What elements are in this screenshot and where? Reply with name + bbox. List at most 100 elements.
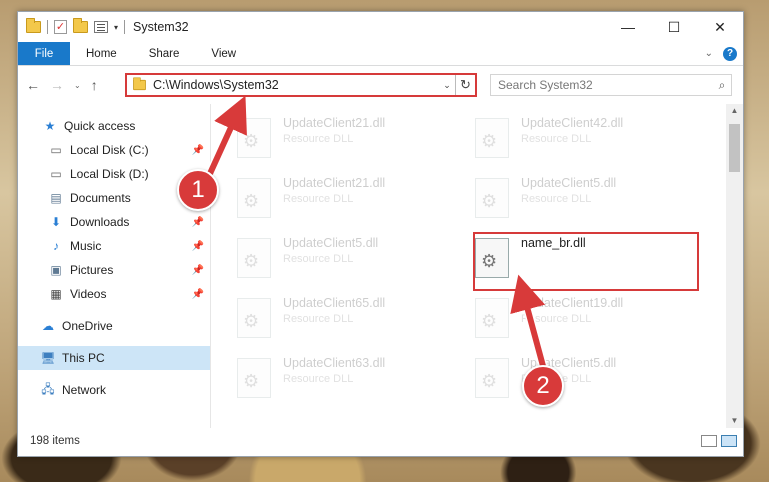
file-name: UpdateClient5.dll [521, 176, 617, 190]
details-view-icon[interactable] [701, 435, 717, 447]
highlight-box [473, 232, 699, 291]
nav-label: Quick access [64, 119, 136, 133]
tab-share[interactable]: Share [133, 42, 196, 65]
dll-file-icon [475, 118, 509, 158]
recent-locations-icon[interactable]: ⌄ [74, 81, 81, 90]
pin-icon: 📌 [191, 264, 204, 276]
pin-icon: 📌 [191, 216, 204, 228]
file-name: UpdateClient63.dll [283, 356, 386, 370]
maximize-button[interactable]: ☐ [651, 12, 697, 42]
step-1-badge: 1 [177, 169, 219, 211]
nav-item-onedrive[interactable]: ☁ OneDrive [18, 314, 210, 338]
nav-item-local-disk-c[interactable]: ▭ Local Disk (C:) 📌 [18, 138, 210, 162]
file-item[interactable]: UpdateClient21.dll Resource DLL [237, 110, 465, 166]
file-type: Resource DLL [521, 193, 592, 205]
nav-label: Pictures [70, 263, 114, 277]
back-arrow-icon[interactable]: ← [26, 77, 40, 93]
address-path[interactable]: C:\Windows\System32 [153, 78, 439, 92]
tab-home[interactable]: Home [70, 42, 133, 65]
tab-view[interactable]: View [195, 42, 252, 65]
nav-item-downloads[interactable]: ⬇ Downloads 📌 [18, 210, 210, 234]
drive-icon: ▭ [50, 167, 62, 181]
dll-file-icon [237, 238, 271, 278]
cloud-icon: ☁ [42, 319, 54, 333]
folder-icon [26, 18, 41, 33]
item-count: 198 items [30, 435, 80, 447]
large-icons-view-icon[interactable] [721, 435, 737, 447]
nav-item-pictures[interactable]: ▣ Pictures 📌 [18, 258, 210, 282]
file-name: UpdateClient21.dll [283, 176, 386, 190]
download-icon: ⬇ [50, 215, 62, 229]
nav-label: Music [70, 239, 102, 253]
file-type: Resource DLL [283, 373, 354, 385]
file-name: UpdateClient21.dll [283, 116, 386, 130]
window-title: System32 [133, 20, 189, 34]
file-list: UpdateClient21.dll Resource DLL UpdateCli… [211, 104, 743, 428]
nav-item-this-pc[interactable]: 🖥 This PC [18, 346, 210, 370]
properties-icon[interactable] [94, 21, 108, 33]
music-icon: ♪ [53, 239, 59, 253]
ribbon-tabs: File Home Share View ⌄ ? [18, 42, 743, 66]
new-folder-icon[interactable] [73, 18, 88, 33]
tab-file[interactable]: File [18, 42, 70, 65]
divider [124, 20, 126, 34]
file-item[interactable]: UpdateClient5.dllResource DLL [237, 230, 465, 286]
nav-item-quick-access[interactable]: ★ Quick access [18, 114, 210, 138]
navigation-pane: ★ Quick access ▭ Local Disk (C:) 📌 ▭ Loc… [18, 104, 211, 428]
vertical-scrollbar[interactable]: ▲ ▼ [726, 104, 743, 428]
step-2-badge: 2 [522, 365, 564, 407]
checkmark-icon[interactable]: ✓ [54, 20, 67, 34]
close-button[interactable]: ✕ [697, 12, 743, 42]
file-type: Resource DLL [283, 313, 354, 325]
file-item[interactable]: UpdateClient5.dllResource DLL [475, 350, 703, 406]
nav-item-music[interactable]: ♪ Music 📌 [18, 234, 210, 258]
file-item[interactable]: UpdateClient65.dll Resource DLL [237, 290, 465, 346]
divider [47, 20, 48, 34]
pin-icon: 📌 [191, 240, 204, 252]
nav-label: Downloads [70, 215, 130, 229]
drive-icon: ▭ [50, 143, 62, 157]
nav-label: Documents [70, 191, 131, 205]
dll-file-icon [475, 298, 509, 338]
file-item[interactable]: UpdateClient63.dll Resource DLL [237, 350, 465, 406]
file-name: UpdateClient42.dll [521, 116, 624, 130]
pictures-icon: ▣ [50, 263, 62, 277]
file-name: UpdateClient19.dll [521, 296, 624, 310]
scroll-up-icon[interactable]: ▲ [726, 104, 743, 118]
dll-file-icon [237, 358, 271, 398]
nav-label: Videos [70, 287, 107, 301]
search-input[interactable]: Search System32 ⌕ [490, 74, 732, 96]
pin-icon: 📌 [191, 144, 204, 156]
nav-item-network[interactable]: 🖧 Network [18, 378, 210, 402]
nav-label: Local Disk (D:) [70, 167, 149, 181]
file-name: UpdateClient5.dll [283, 236, 379, 250]
address-bar[interactable]: C:\Windows\System32 ⌄ ↻ [125, 73, 477, 97]
file-type: Resource DLL [521, 133, 592, 145]
dll-file-icon [475, 178, 509, 218]
file-item[interactable]: UpdateClient5.dll Resource DLL [475, 170, 703, 226]
dll-file-icon [237, 178, 271, 218]
customize-dropdown-icon[interactable]: ▾ [114, 23, 118, 32]
nav-label: This PC [62, 351, 105, 365]
chevron-down-icon[interactable]: ⌄ [439, 80, 455, 91]
search-icon[interactable]: ⌕ [713, 78, 731, 93]
help-icon[interactable]: ? [723, 46, 737, 61]
file-type: Resource DLL [521, 313, 592, 325]
file-item[interactable]: UpdateClient19.dll Resource DLL [475, 290, 703, 346]
minimize-button[interactable]: — [605, 12, 651, 42]
videos-icon: ▦ [50, 287, 62, 301]
dll-file-icon [237, 298, 271, 338]
title-bar: ✓ ▾ System32 — ☐ ✕ [18, 12, 743, 42]
nav-item-videos[interactable]: ▦ Videos 📌 [18, 282, 210, 306]
forward-arrow-icon[interactable]: → [50, 77, 64, 93]
computer-icon: 🖥 [40, 351, 56, 365]
pin-icon: 📌 [191, 288, 204, 300]
refresh-icon[interactable]: ↻ [455, 75, 475, 95]
file-item[interactable]: UpdateClient21.dll Resource DLL [237, 170, 465, 226]
expand-ribbon-icon[interactable]: ⌄ [705, 48, 713, 59]
file-item[interactable]: UpdateClient42.dll Resource DLL [475, 110, 703, 166]
scroll-thumb[interactable] [729, 124, 740, 172]
folder-icon [133, 77, 146, 91]
explorer-window: ✓ ▾ System32 — ☐ ✕ File Home Share View … [17, 11, 744, 457]
up-arrow-icon[interactable]: ↑ [91, 77, 98, 93]
